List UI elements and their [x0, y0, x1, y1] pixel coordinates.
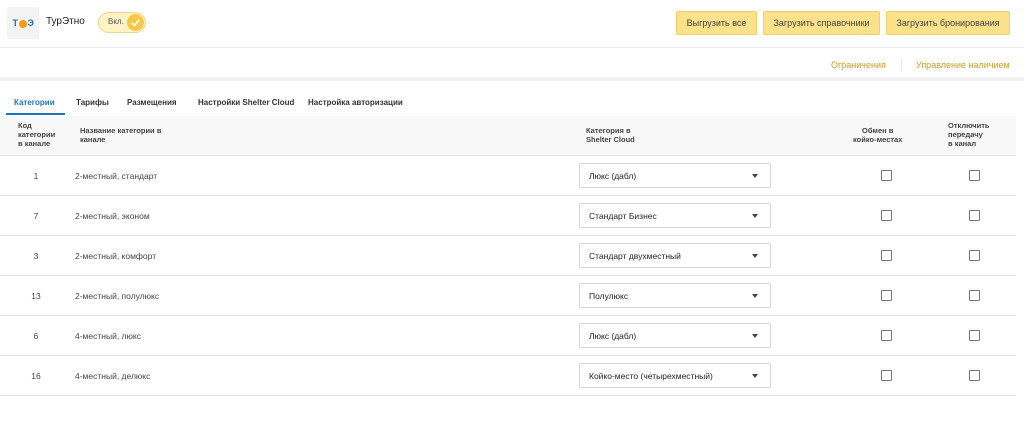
table-row: 13 2-местный, полулюкс Полулюкс: [0, 276, 1016, 316]
select-value: Люкс (дабл): [589, 171, 637, 181]
row-code: 7: [33, 211, 39, 221]
logo: ТЭ: [7, 7, 39, 39]
row-code: 1: [33, 171, 39, 181]
select-value: Полулюкс: [589, 291, 629, 301]
row-name: 2-местный, комфорт: [75, 251, 157, 261]
select-value: Люкс (дабл): [589, 331, 637, 341]
logo-text: ТЭ: [12, 18, 34, 28]
disable-transfer-checkbox[interactable]: [969, 290, 980, 301]
tab-bar: Категории Тарифы Размещения Настройки Sh…: [0, 93, 1024, 116]
enable-toggle[interactable]: Вкл.: [98, 12, 146, 33]
caret-down-icon: [752, 174, 758, 178]
table-row: 3 2-местный, комфорт Стандарт двухместны…: [0, 236, 1016, 276]
tab-shelter-settings[interactable]: Настройки Shelter Cloud: [198, 98, 294, 107]
tab-categories[interactable]: Категории: [14, 98, 55, 107]
shelter-category-select[interactable]: Полулюкс: [579, 283, 771, 308]
row-name: 4-местный, делюкс: [75, 371, 151, 381]
caret-down-icon: [752, 294, 758, 298]
exchange-beds-checkbox[interactable]: [881, 210, 892, 221]
shelter-category-select[interactable]: Стандарт двухместный: [579, 243, 771, 268]
shelter-category-select[interactable]: Стандарт Бизнес: [579, 203, 771, 228]
availability-link[interactable]: Управление наличием: [916, 60, 1010, 70]
disable-transfer-checkbox[interactable]: [969, 210, 980, 221]
table-header: Код категории в канале Название категори…: [0, 116, 1016, 156]
row-name: 2-местный, стандарт: [75, 171, 158, 181]
row-code: 13: [31, 291, 41, 301]
header-name: Название категории в канале: [80, 126, 162, 144]
tab-tariffs[interactable]: Тарифы: [76, 98, 109, 107]
subnav-divider: [901, 59, 902, 71]
exchange-beds-checkbox[interactable]: [881, 370, 892, 381]
header-code: Код категории в канале: [18, 121, 56, 148]
header-exchange-beds: Обмен в койко-местах: [853, 126, 903, 144]
disable-transfer-checkbox[interactable]: [969, 370, 980, 381]
row-code: 6: [33, 331, 39, 341]
exchange-beds-checkbox[interactable]: [881, 290, 892, 301]
caret-down-icon: [752, 254, 758, 258]
row-name: 4-местный, люкс: [75, 331, 141, 341]
shelter-category-select[interactable]: Койко-место (четырехместный): [579, 363, 771, 388]
exchange-beds-checkbox[interactable]: [881, 170, 892, 181]
row-name: 2-местный, полулюкс: [75, 291, 160, 301]
table-row: 16 4-местный, делюкс Койко-место (четыре…: [0, 356, 1016, 396]
top-bar: ТЭ ТурЭтно Вкл. Выгрузить все Загрузить …: [0, 0, 1024, 48]
shelter-category-select[interactable]: Люкс (дабл): [579, 323, 771, 348]
exchange-beds-checkbox[interactable]: [881, 330, 892, 341]
table-row: 6 4-местный, люкс Люкс (дабл): [0, 316, 1016, 356]
load-directories-button[interactable]: Загрузить справочники: [763, 11, 880, 35]
caret-down-icon: [752, 214, 758, 218]
tab-placements[interactable]: Размещения: [127, 98, 177, 107]
select-value: Стандарт двухместный: [589, 251, 681, 261]
select-value: Стандарт Бизнес: [589, 211, 657, 221]
select-value: Койко-место (четырехместный): [589, 371, 713, 381]
table-row: 7 2-местный, эконом Стандарт Бизнес: [0, 196, 1016, 236]
check-icon: [127, 14, 144, 31]
export-all-button[interactable]: Выгрузить все: [676, 11, 757, 35]
exchange-beds-checkbox[interactable]: [881, 250, 892, 261]
caret-down-icon: [752, 334, 758, 338]
app-title: ТурЭтно: [46, 16, 85, 27]
restrictions-link[interactable]: Ограничения: [831, 60, 886, 70]
toggle-label: Вкл.: [108, 17, 124, 26]
caret-down-icon: [752, 374, 758, 378]
disable-transfer-checkbox[interactable]: [969, 330, 980, 341]
load-bookings-button[interactable]: Загрузить бронирования: [886, 11, 1010, 35]
active-tab-indicator: [6, 113, 65, 115]
sub-navigation: Ограничения Управление наличием: [0, 49, 1024, 81]
header-shelter-category: Категория в Shelter Cloud: [586, 126, 635, 144]
table-row: 1 2-местный, стандарт Люкс (дабл): [0, 156, 1016, 196]
row-name: 2-местный, эконом: [75, 211, 150, 221]
disable-transfer-checkbox[interactable]: [969, 170, 980, 181]
shelter-category-select[interactable]: Люкс (дабл): [579, 163, 771, 188]
row-code: 3: [33, 251, 39, 261]
header-disable-transfer: Отключить передачу в канал: [948, 121, 990, 148]
disable-transfer-checkbox[interactable]: [969, 250, 980, 261]
row-code: 16: [31, 371, 41, 381]
tab-auth-settings[interactable]: Настройка авторизации: [308, 98, 403, 107]
